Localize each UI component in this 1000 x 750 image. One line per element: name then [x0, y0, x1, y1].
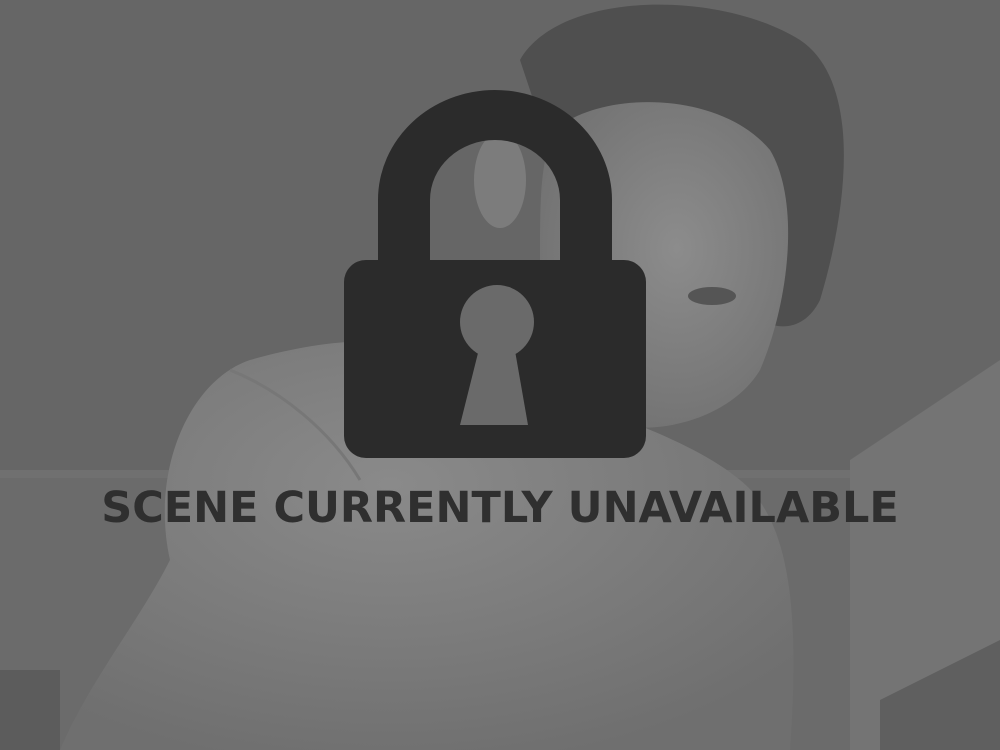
padlock-icon: [344, 90, 646, 458]
scene-unavailable-message: SCENE CURRENTLY UNAVAILABLE: [101, 483, 899, 533]
locked-scene-screen: SCENE CURRENTLY UNAVAILABLE: [0, 0, 1000, 750]
